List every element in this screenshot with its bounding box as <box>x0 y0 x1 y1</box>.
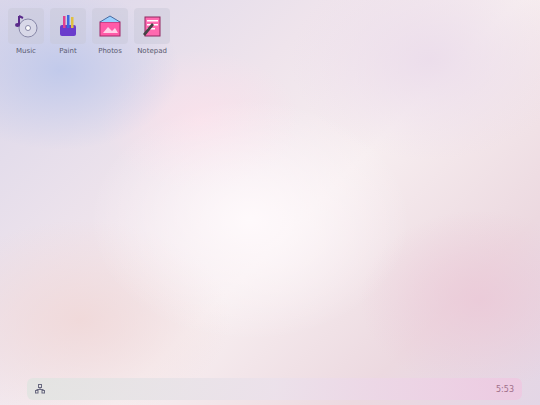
taskbar: 5:53 <box>27 378 522 400</box>
desktop-icon[interactable]: Music <box>8 8 44 55</box>
desktop-icon[interactable]: Paint <box>50 8 86 55</box>
desktop-icon[interactable]: Notepad <box>134 8 170 55</box>
music-cd-icon[interactable] <box>8 8 44 44</box>
notepad-icon[interactable] <box>134 8 170 44</box>
icon-label[interactable]: Music <box>16 47 36 55</box>
desktop-icons: Music Paint Photos Notepad <box>0 0 540 55</box>
photos-icon[interactable] <box>92 8 128 44</box>
paint-brushes-icon[interactable] <box>50 8 86 44</box>
desktop-wallpaper: Music Paint Photos Notepad 5:53 <box>0 0 540 405</box>
icon-label[interactable]: Photos <box>98 47 122 55</box>
icon-label[interactable]: Paint <box>59 47 76 55</box>
network-icon[interactable] <box>35 384 45 394</box>
desktop-icon[interactable]: Photos <box>92 8 128 55</box>
clock[interactable]: 5:53 <box>496 385 514 394</box>
icon-label[interactable]: Notepad <box>137 47 167 55</box>
